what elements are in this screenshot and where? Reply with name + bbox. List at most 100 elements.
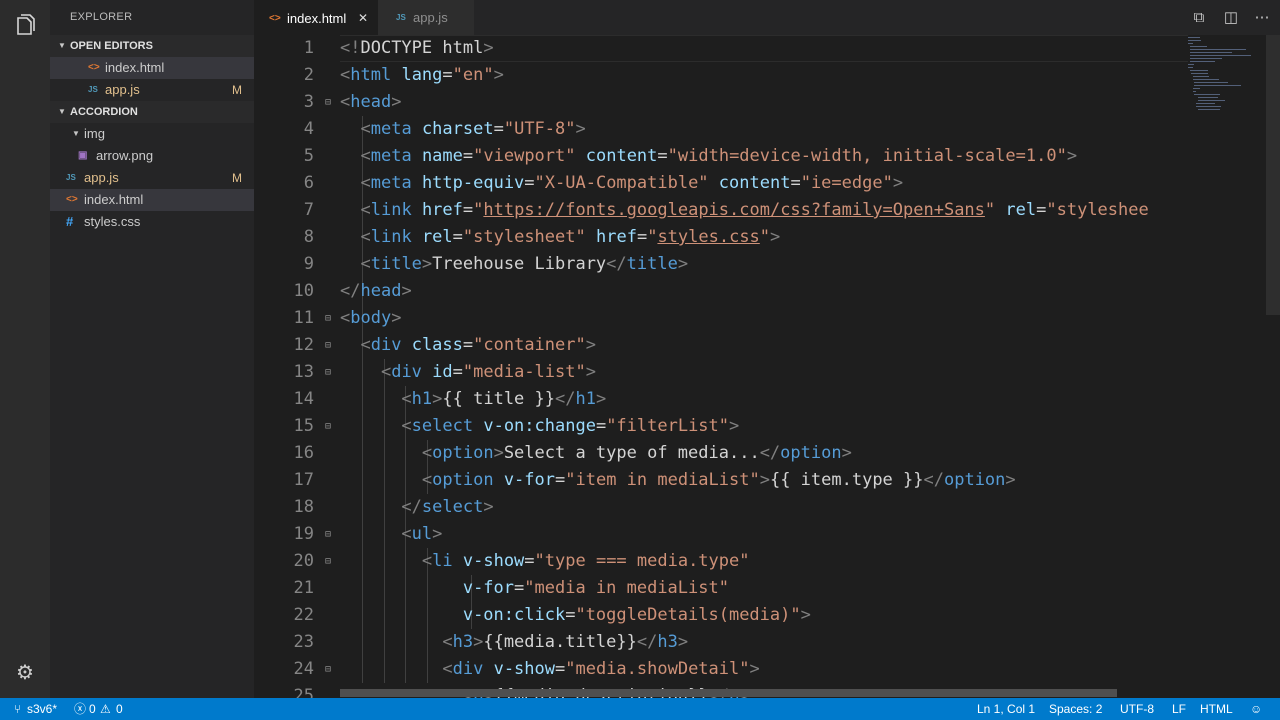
- minimap-line: [1192, 91, 1196, 92]
- open-editors-label: OPEN EDITORS: [70, 40, 153, 52]
- code-line[interactable]: 6 <meta http-equiv="X-UA-Compatible" con…: [254, 170, 1280, 197]
- line-code: <option v-for="item in mediaList">{{ ite…: [421, 470, 1016, 490]
- code-line[interactable]: 21 v-for="media in mediaList": [254, 575, 1280, 602]
- code-line[interactable]: 20 ⊟ <li v-show="type === media.type": [254, 548, 1280, 575]
- tab-label: index.html: [287, 11, 347, 26]
- code-line[interactable]: 22 v-on:click="toggleDetails(media)">: [254, 602, 1280, 629]
- warning-icon[interactable]: ⚠: [100, 698, 111, 720]
- code-line[interactable]: 8 <link rel="stylesheet" href="styles.cs…: [254, 224, 1280, 251]
- editor-tabs: <> index.html ✕ JS app.js ⧉ ◫ ⋯: [254, 0, 1280, 36]
- feedback-icon[interactable]: ☺: [1250, 698, 1262, 720]
- code-line[interactable]: 1 <!DOCTYPE html>: [254, 35, 1280, 62]
- line-number: 9: [303, 254, 314, 274]
- minimap-line: [1197, 97, 1219, 98]
- fold-icon[interactable]: ⊟: [325, 89, 331, 116]
- code-line[interactable]: 18 </select>: [254, 494, 1280, 521]
- open-changes-icon[interactable]: ⧉: [1189, 8, 1209, 28]
- warning-count[interactable]: 0: [116, 698, 123, 720]
- minimap-line: [1188, 67, 1193, 68]
- gear-icon[interactable]: ⚙: [13, 661, 37, 685]
- files-icon[interactable]: [13, 12, 37, 36]
- code-line[interactable]: 2 <html lang="en">: [254, 62, 1280, 89]
- code-line[interactable]: 15 ⊟ <select v-on:change="filterList">: [254, 413, 1280, 440]
- line-code: <head>: [340, 92, 402, 112]
- line-code: v-on:click="toggleDetails(media)">: [462, 605, 811, 625]
- file-item[interactable]: ▣ arrow.png: [50, 145, 254, 167]
- line-number: 3: [303, 92, 314, 112]
- code-line[interactable]: 12 ⊟ <div class="container">: [254, 332, 1280, 359]
- line-number: 18: [293, 497, 314, 517]
- more-actions-icon[interactable]: ⋯: [1252, 8, 1272, 28]
- folder-item[interactable]: ▼ img: [50, 123, 254, 145]
- line-code: <h3>{{media.title}}</h3>: [442, 632, 689, 652]
- file-item[interactable]: <> index.html: [50, 189, 254, 211]
- activity-bar: ⚙: [0, 0, 50, 698]
- minimap-line: [1192, 79, 1220, 80]
- line-code: <html lang="en">: [340, 65, 504, 85]
- line-code: <div class="container">: [360, 335, 596, 355]
- line-code: <body>: [340, 308, 402, 328]
- file-name: app.js: [84, 170, 119, 185]
- code-line[interactable]: 16 <option>Select a type of media...</op…: [254, 440, 1280, 467]
- code-line[interactable]: 24 ⊟ <div v-show="media.showDetail">: [254, 656, 1280, 683]
- encoding[interactable]: UTF-8: [1120, 698, 1154, 720]
- code-line[interactable]: 10 </head>: [254, 278, 1280, 305]
- line-number: 10: [293, 281, 314, 301]
- code-line[interactable]: 3 ⊟ <head>: [254, 89, 1280, 116]
- line-number: 2: [303, 65, 314, 85]
- project-header[interactable]: ▼ ACCORDION: [50, 101, 254, 123]
- file-item[interactable]: JS app.js M: [50, 167, 254, 189]
- tab-index-html[interactable]: <> index.html ✕: [254, 0, 378, 36]
- minimap[interactable]: [1188, 35, 1268, 115]
- line-code: <meta http-equiv="X-UA-Compatible" conte…: [360, 173, 904, 193]
- chevron-down-icon: ▼: [58, 107, 66, 116]
- open-editors-header[interactable]: ▼ OPEN EDITORS: [50, 35, 254, 57]
- minimap-line: [1189, 49, 1246, 50]
- indentation[interactable]: Spaces: 2: [1049, 698, 1102, 720]
- split-editor-icon[interactable]: ◫: [1221, 8, 1241, 28]
- fold-icon[interactable]: ⊟: [325, 413, 331, 440]
- line-code: <link rel="stylesheet" href="styles.css"…: [360, 227, 781, 247]
- open-editor-item[interactable]: JS app.js M: [50, 79, 254, 101]
- horizontal-scrollbar[interactable]: [340, 689, 1117, 697]
- code-line[interactable]: 7 <link href="https://fonts.googleapis.c…: [254, 197, 1280, 224]
- line-code: <!DOCTYPE html>: [340, 38, 494, 58]
- code-line[interactable]: 13 ⊟ <div id="media-list">: [254, 359, 1280, 386]
- fold-icon[interactable]: ⊟: [325, 332, 331, 359]
- open-editor-item[interactable]: <> index.html: [50, 57, 254, 79]
- branch-name[interactable]: s3v6*: [27, 698, 57, 720]
- line-code: <li v-show="type === media.type": [421, 551, 750, 571]
- line-number: 11: [293, 308, 314, 328]
- fold-icon[interactable]: ⊟: [325, 548, 331, 575]
- html-file-icon: <>: [88, 62, 100, 73]
- html-file-icon: <>: [66, 194, 78, 205]
- code-line[interactable]: 11 ⊟ <body>: [254, 305, 1280, 332]
- language-mode[interactable]: HTML: [1200, 698, 1233, 720]
- code-line[interactable]: 19 ⊟ <ul>: [254, 521, 1280, 548]
- fold-icon[interactable]: ⊟: [325, 656, 331, 683]
- fold-icon[interactable]: ⊟: [325, 359, 331, 386]
- close-icon[interactable]: ✕: [358, 1, 368, 36]
- code-line[interactable]: 23 <h3>{{media.title}}</h3>: [254, 629, 1280, 656]
- code-line[interactable]: 4 <meta charset="UTF-8">: [254, 116, 1280, 143]
- file-item[interactable]: # styles.css: [50, 211, 254, 233]
- cursor-position[interactable]: Ln 1, Col 1: [977, 698, 1035, 720]
- code-editor[interactable]: 1 <!DOCTYPE html> 2 <html lang="en"> 3 ⊟ <head…: [254, 35, 1280, 698]
- fold-icon[interactable]: ⊟: [325, 305, 331, 332]
- branch-icon[interactable]: ⑂: [14, 698, 21, 720]
- error-count[interactable]: 0: [89, 698, 96, 720]
- code-line[interactable]: 17 <option v-for="item in mediaList">{{ …: [254, 467, 1280, 494]
- line-number: 22: [293, 605, 314, 625]
- error-icon[interactable]: ⓧ: [74, 698, 86, 720]
- vertical-scrollbar[interactable]: [1266, 35, 1280, 315]
- fold-icon[interactable]: ⊟: [325, 521, 331, 548]
- minimap-line: [1192, 76, 1209, 77]
- code-line[interactable]: 9 <title>Treehouse Library</title>: [254, 251, 1280, 278]
- file-name: styles.css: [84, 214, 141, 229]
- code-line[interactable]: 14 <h1>{{ title }}</h1>: [254, 386, 1280, 413]
- code-line[interactable]: 5 <meta name="viewport" content="width=d…: [254, 143, 1280, 170]
- minimap-line: [1194, 85, 1241, 86]
- minimap-line: [1196, 103, 1216, 104]
- line-ending[interactable]: LF: [1172, 698, 1186, 720]
- tab-app-js[interactable]: JS app.js: [378, 0, 474, 35]
